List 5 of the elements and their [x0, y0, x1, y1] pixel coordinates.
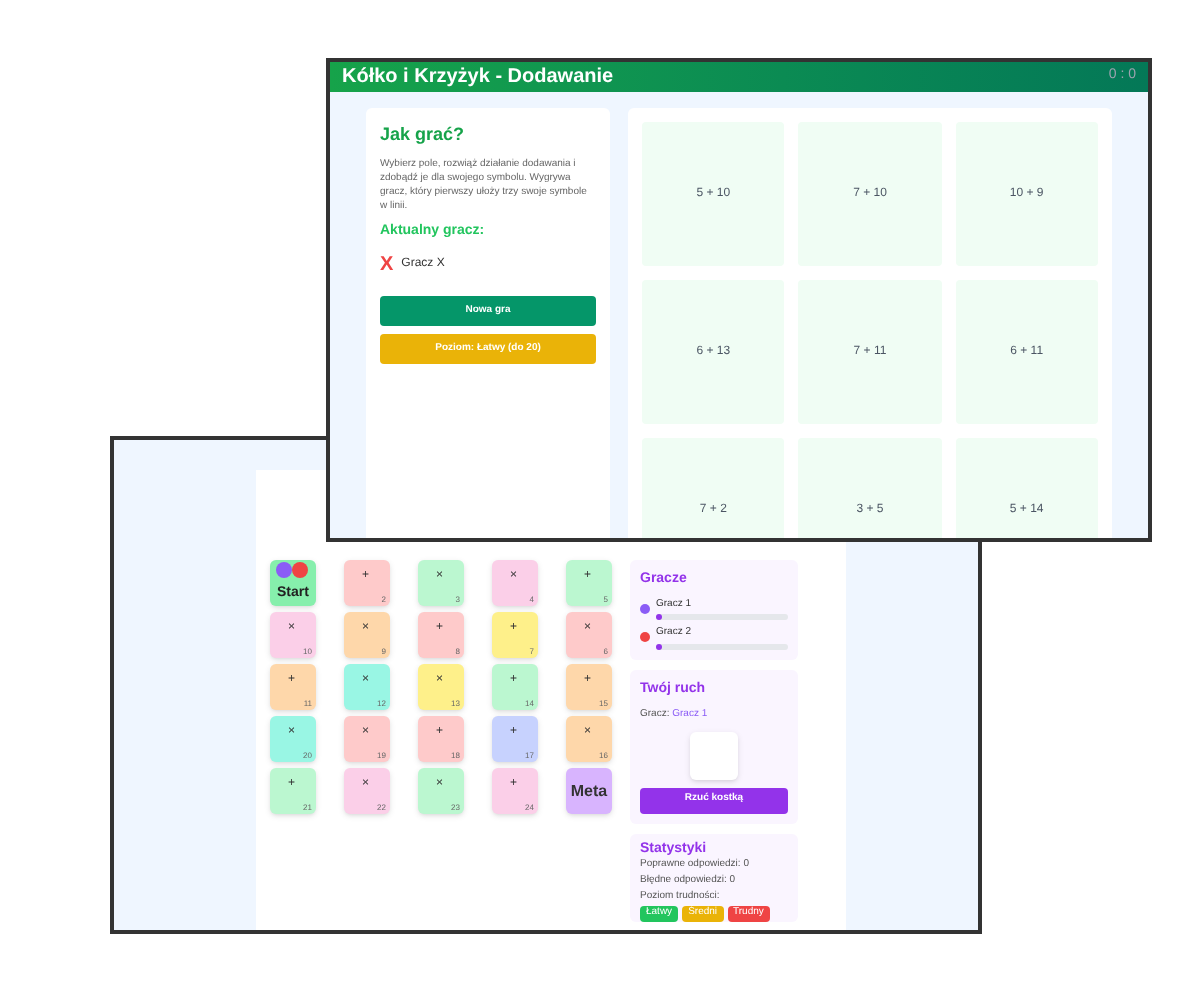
board-field[interactable]: Meta: [566, 768, 612, 814]
window-title: Kółko i Krzyżyk - Dodawanie: [342, 64, 614, 92]
player-symbol: X: [380, 252, 394, 280]
card-heading: Jak grać?: [380, 122, 467, 148]
dice: [690, 731, 738, 779]
